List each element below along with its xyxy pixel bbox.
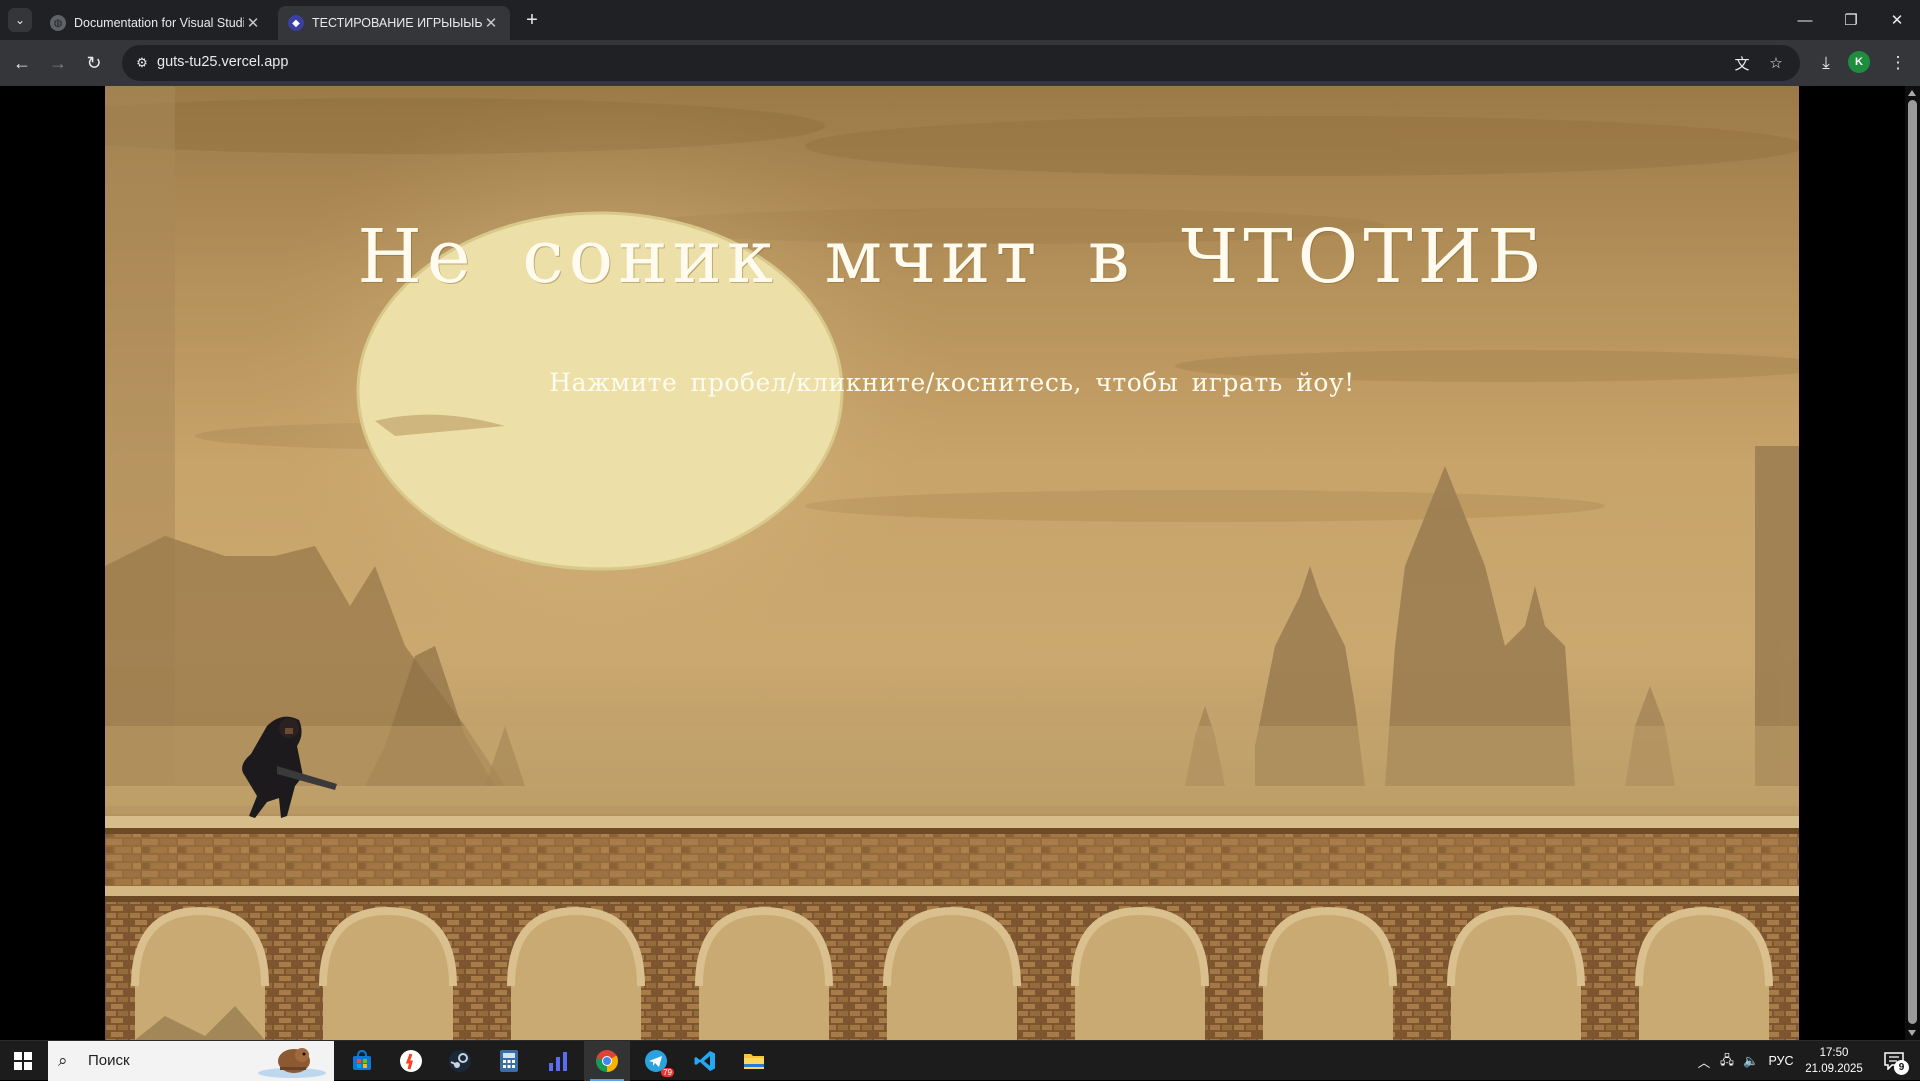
globe-icon: ◍ xyxy=(50,15,66,31)
page-scrollbar[interactable] xyxy=(1905,86,1920,1040)
reload-button[interactable]: ↻ xyxy=(80,49,108,77)
taskbar-file-explorer[interactable] xyxy=(731,1041,777,1081)
minimize-icon: — xyxy=(1797,11,1813,29)
download-icon: ⤓ xyxy=(1822,53,1830,72)
close-tab-icon[interactable]: ✕ xyxy=(244,14,262,32)
scroll-up-icon[interactable] xyxy=(1908,90,1916,96)
chevron-down-icon: ⌄ xyxy=(14,13,26,27)
forward-button[interactable]: → xyxy=(44,49,72,77)
start-button[interactable] xyxy=(0,1041,46,1081)
tab-strip: ⌄ ◍ Documentation for Visual Studio ✕ ◆ … xyxy=(0,0,1920,40)
windows-icon xyxy=(14,1052,32,1070)
download-button[interactable]: ⤓ xyxy=(1812,49,1840,77)
telegram-unread-badge: 79 xyxy=(661,1068,674,1077)
search-icon: ⌕ xyxy=(58,1051,68,1070)
bar-chart-icon xyxy=(549,1052,567,1071)
tab-game[interactable]: ◆ ТЕСТИРОВАНИЕ ИГРЫЫЫЫ ✕ xyxy=(278,6,510,40)
steam-icon xyxy=(449,1050,471,1072)
site-info-icon[interactable]: ⚙ xyxy=(130,51,154,75)
calculator-icon xyxy=(500,1050,518,1072)
tab-title: Documentation for Visual Studio xyxy=(74,16,244,30)
tray-volume[interactable]: 🔈 xyxy=(1740,1041,1762,1081)
menu-button[interactable]: ⋮ xyxy=(1884,49,1912,77)
vscode-icon xyxy=(694,1051,715,1071)
taskbar-yandex-browser[interactable] xyxy=(388,1041,434,1081)
scroll-down-icon[interactable] xyxy=(1908,1030,1916,1036)
tray-language[interactable]: РУС xyxy=(1764,1041,1798,1081)
notification-center-button[interactable]: 9 xyxy=(1874,1041,1914,1081)
store-icon xyxy=(353,1049,371,1070)
restore-icon: ❐ xyxy=(1844,12,1858,29)
restore-button[interactable]: ❐ xyxy=(1828,0,1874,40)
bridge xyxy=(105,814,1799,1040)
tab-title: ТЕСТИРОВАНИЕ ИГРЫЫЫЫ xyxy=(312,16,482,30)
search-highlight-art xyxy=(258,1048,326,1078)
page-viewport: Не соник мчит в ЧТОТИБ Нажмите пробел/кл… xyxy=(0,86,1920,1040)
network-icon: 🖧 xyxy=(1720,1052,1734,1067)
start-prompt: Нажмите пробел/кликните/коснитесь, чтобы… xyxy=(549,368,1355,397)
close-icon: ✕ xyxy=(1890,12,1904,29)
back-button[interactable]: ← xyxy=(8,49,36,77)
clock-date: 21.09.2025 xyxy=(1805,1063,1863,1075)
taskbar-chrome[interactable] xyxy=(584,1041,630,1081)
browser-toolbar: ← → ↻ ⚙ guts-tu25.vercel.app 文 ☆ ⤓ ⋮ xyxy=(0,40,1920,86)
more-vert-icon: ⋮ xyxy=(1889,53,1907,72)
game-icon: ◆ xyxy=(288,15,304,31)
chrome-icon xyxy=(596,1050,618,1072)
bridge-arches xyxy=(135,911,1769,1040)
folder-icon xyxy=(744,1054,764,1069)
minimize-button[interactable]: — xyxy=(1782,0,1828,40)
plus-icon: + xyxy=(526,8,538,31)
close-window-button[interactable]: ✕ xyxy=(1874,0,1920,40)
taskbar-steam[interactable] xyxy=(437,1041,483,1081)
tray-network[interactable]: 🖧 xyxy=(1716,1041,1738,1081)
translate-icon[interactable]: 文 xyxy=(1730,51,1754,75)
speaker-icon: 🔈 xyxy=(1743,1053,1759,1068)
clock[interactable]: 17:50 21.09.2025 xyxy=(1800,1045,1868,1077)
show-hidden-icons[interactable]: ︿ xyxy=(1694,1041,1714,1081)
taskbar: ⌕ Поиск 79 ︿ 🖧 🔈 РУС 17:50 21.09.2025 9 xyxy=(0,1040,1920,1081)
arrow-right-icon: → xyxy=(49,52,67,73)
taskbar-microsoft-store[interactable] xyxy=(339,1041,385,1081)
scroll-thumb[interactable] xyxy=(1908,100,1917,1024)
new-tab-button[interactable]: + xyxy=(520,8,544,32)
close-tab-icon[interactable]: ✕ xyxy=(482,14,500,32)
clock-time: 17:50 xyxy=(1819,1047,1849,1059)
tab-documentation[interactable]: ◍ Documentation for Visual Studio ✕ xyxy=(40,6,272,40)
game-canvas[interactable]: Не соник мчит в ЧТОТИБ Нажмите пробел/кл… xyxy=(105,86,1799,1040)
chevron-up-icon: ︿ xyxy=(1697,1055,1711,1070)
game-title: Не соник мчит в ЧТОТИБ xyxy=(357,214,1547,300)
profile-avatar[interactable]: K xyxy=(1848,51,1870,73)
yandex-icon xyxy=(400,1050,422,1072)
url-text[interactable]: guts-tu25.vercel.app xyxy=(157,54,288,70)
search-placeholder: Поиск xyxy=(88,1052,130,1069)
taskbar-calculator[interactable] xyxy=(486,1041,532,1081)
tab-search-button[interactable]: ⌄ xyxy=(8,8,32,32)
taskbar-stats-app[interactable] xyxy=(535,1041,581,1081)
bookmark-star-icon[interactable]: ☆ xyxy=(1764,51,1788,75)
taskbar-vscode[interactable] xyxy=(682,1041,728,1081)
notification-count-badge: 9 xyxy=(1894,1060,1909,1075)
taskbar-telegram[interactable]: 79 xyxy=(633,1041,679,1081)
arrow-left-icon: ← xyxy=(13,52,31,73)
reload-icon: ↻ xyxy=(86,52,102,73)
taskbar-search[interactable]: ⌕ Поиск xyxy=(48,1041,334,1081)
address-bar[interactable]: ⚙ guts-tu25.vercel.app 文 ☆ xyxy=(122,45,1800,81)
